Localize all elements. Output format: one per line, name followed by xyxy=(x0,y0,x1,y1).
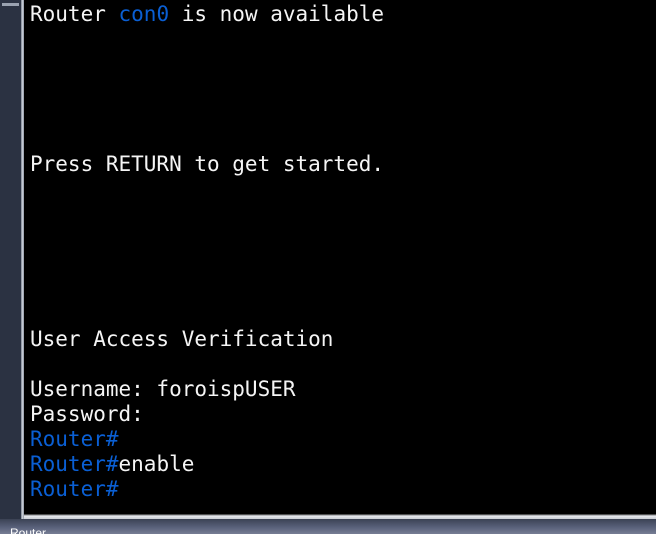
terminal-text: Press RETURN to get started. xyxy=(30,152,385,176)
terminal-prompt-text: con0 xyxy=(118,2,170,26)
terminal-text: Router xyxy=(30,2,119,26)
terminal-text: Password: xyxy=(30,402,144,426)
terminal-line: Router con0 is now available xyxy=(24,2,656,27)
left-side-panel[interactable] xyxy=(0,0,21,520)
bottom-status-bar[interactable]: Router xyxy=(0,519,656,534)
terminal-line: Router#enable xyxy=(24,452,656,477)
terminal-line: User Access Verification xyxy=(24,327,656,352)
terminal-prompt-text: Router# xyxy=(30,452,119,476)
terminal-text: Username: foroispUSER xyxy=(30,377,296,401)
terminal-text: enable xyxy=(118,452,195,476)
terminal-line: Username: foroispUSER xyxy=(24,377,656,402)
terminal-text: is now available xyxy=(169,2,385,26)
terminal-line: Password: xyxy=(24,402,656,427)
terminal-text: User Access Verification xyxy=(30,327,334,351)
bottom-status-bar-label: Router xyxy=(10,526,47,534)
terminal-prompt-text: Router# xyxy=(30,477,119,501)
terminal-line-list: Router con0 is now available Press RETUR… xyxy=(24,2,656,502)
panel-tab-handle[interactable] xyxy=(2,3,19,6)
terminal-output-area[interactable]: Router con0 is now available Press RETUR… xyxy=(24,0,656,518)
terminal-prompt-text: Router# xyxy=(30,427,119,451)
terminal-line: Router# xyxy=(24,427,656,452)
router-console-window: Router con0 is now available Press RETUR… xyxy=(0,0,656,534)
terminal-line: Router# xyxy=(24,477,656,502)
terminal-line: Press RETURN to get started. xyxy=(24,152,656,177)
